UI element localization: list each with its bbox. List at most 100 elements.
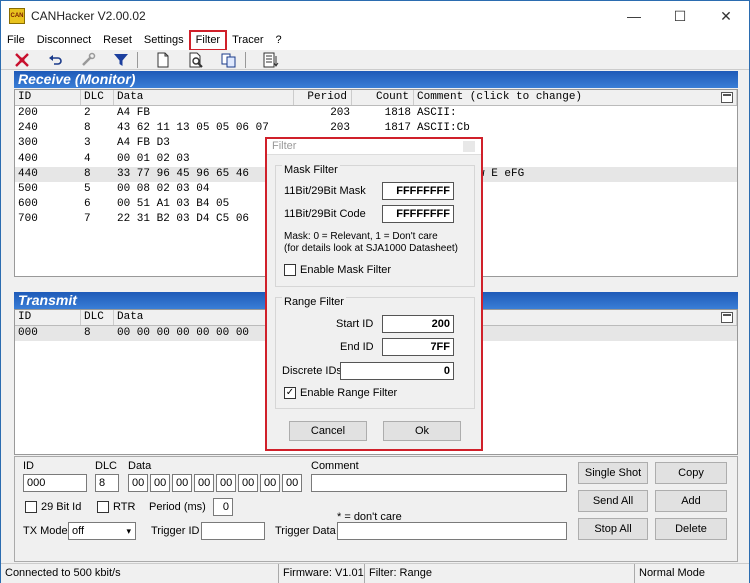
- enable-mask-label: Enable Mask Filter: [300, 264, 392, 276]
- range-filter-group: Range Filter Start ID 200 End ID 7FF Dis…: [275, 296, 475, 409]
- cell-data: 43 62 11 13 05 05 06 07: [117, 122, 269, 135]
- data-byte-input[interactable]: 00: [216, 474, 236, 492]
- undo-icon[interactable]: [43, 51, 67, 69]
- col-dlc[interactable]: DLC: [81, 310, 114, 325]
- mask-filter-group: Mask Filter 11Bit/29Bit Mask FFFFFFFF 11…: [275, 164, 475, 287]
- cell-comment[interactable]: ASCII:: [414, 106, 737, 121]
- id-label: ID: [23, 460, 34, 472]
- data-byte-input[interactable]: 00: [150, 474, 170, 492]
- column-toggle-icon[interactable]: [721, 312, 733, 323]
- close-button[interactable]: ✕: [703, 1, 749, 31]
- cell-comment[interactable]: ASCII:Cb: [414, 121, 737, 136]
- col-id[interactable]: ID: [15, 310, 81, 325]
- print-preview-icon[interactable]: [184, 51, 208, 69]
- col-id[interactable]: ID: [15, 90, 81, 105]
- col-dlc[interactable]: DLC: [81, 90, 114, 105]
- dlc-input[interactable]: 8: [95, 474, 119, 492]
- copy-icon[interactable]: [217, 51, 241, 69]
- txmode-value: off: [72, 525, 85, 537]
- filter-icon[interactable]: [109, 51, 133, 69]
- delete-button[interactable]: Delete: [655, 518, 727, 540]
- cell-id: 400: [18, 152, 38, 165]
- title-bar: CAN CANHacker V2.00.02 — ☐ ✕: [1, 1, 749, 31]
- txmode-select[interactable]: off ▾: [68, 522, 136, 540]
- cell-period: 203: [330, 122, 350, 135]
- trigger-data-input[interactable]: [337, 522, 567, 540]
- cell-dlc: 8: [84, 167, 91, 180]
- receive-header: ID DLC Data Period Count Comment (click …: [15, 90, 737, 106]
- cell-period: 203: [330, 107, 350, 119]
- code-input[interactable]: FFFFFFFF: [382, 205, 454, 223]
- range-group-title: Range Filter: [282, 296, 346, 308]
- cell-dlc: 8: [84, 122, 91, 135]
- table-row[interactable]: 200 2 A4 FB 203 1818 ASCII:: [15, 106, 737, 121]
- col-comment[interactable]: Comment (click to change): [414, 90, 737, 105]
- save-list-icon[interactable]: [259, 51, 283, 69]
- copy-button[interactable]: Copy: [655, 462, 727, 484]
- cell-id: 440: [18, 167, 38, 180]
- data-label: Data: [128, 460, 152, 472]
- col-period[interactable]: Period: [294, 90, 352, 105]
- start-id-input[interactable]: 200: [382, 315, 454, 333]
- menu-disconnect[interactable]: Disconnect: [31, 31, 97, 50]
- add-button[interactable]: Add: [655, 490, 727, 512]
- period-input[interactable]: 0: [213, 498, 233, 516]
- checkmark-icon: ✓: [285, 387, 295, 398]
- start-id-label: Start ID: [336, 318, 374, 330]
- 29bit-label: 29 Bit Id: [41, 501, 82, 513]
- menu-filter[interactable]: Filter: [188, 30, 228, 51]
- id-input[interactable]: 000: [23, 474, 87, 492]
- cell-dlc: 5: [84, 182, 91, 195]
- cell-dlc: 6: [84, 198, 91, 211]
- comment-input[interactable]: [311, 474, 567, 492]
- maximize-button[interactable]: ☐: [657, 1, 703, 31]
- rtr-checkbox[interactable]: [97, 501, 109, 513]
- comment-label: Comment: [311, 460, 359, 472]
- mask-input[interactable]: FFFFFFFF: [382, 182, 454, 200]
- discrete-ids-label: Discrete IDs: [282, 365, 342, 377]
- rtr-label: RTR: [113, 501, 136, 513]
- table-row[interactable]: 240 8 43 62 11 13 05 05 06 07 203 1817 ASCII:…: [15, 121, 737, 136]
- 29bit-checkbox[interactable]: [25, 501, 37, 513]
- status-connection: Connected to 500 kbit/s: [1, 564, 279, 583]
- data-byte-input[interactable]: 00: [260, 474, 280, 492]
- data-byte-input[interactable]: 00: [128, 474, 148, 492]
- menu-reset[interactable]: Reset: [97, 31, 138, 50]
- cell-dlc: 4: [84, 152, 91, 165]
- menu-help[interactable]: ?: [269, 31, 287, 50]
- enable-range-checkbox[interactable]: ✓: [284, 387, 296, 399]
- cancel-button[interactable]: Cancel: [289, 421, 367, 441]
- ok-button[interactable]: Ok: [383, 421, 461, 441]
- col-count[interactable]: Count: [352, 90, 414, 105]
- single-shot-button[interactable]: Single Shot: [578, 462, 648, 484]
- trigger-id-input[interactable]: [201, 522, 265, 540]
- enable-range-label: Enable Range Filter: [300, 387, 398, 399]
- col-data[interactable]: Data: [114, 90, 294, 105]
- minimize-button[interactable]: —: [611, 1, 657, 31]
- connect-icon[interactable]: [10, 51, 34, 69]
- data-byte-input[interactable]: 00: [282, 474, 302, 492]
- column-toggle-icon[interactable]: [721, 92, 733, 103]
- stop-all-button[interactable]: Stop All: [578, 518, 648, 540]
- cell-count: 1817: [384, 122, 411, 135]
- menu-file[interactable]: File: [1, 31, 31, 50]
- new-file-icon[interactable]: [151, 51, 175, 69]
- end-id-input[interactable]: 7FF: [382, 338, 454, 356]
- trigger-data-label: Trigger Data: [275, 525, 336, 537]
- cell-id: 600: [18, 198, 38, 211]
- dialog-close-button[interactable]: [463, 141, 475, 152]
- data-byte-input[interactable]: 00: [194, 474, 214, 492]
- data-byte-input[interactable]: 00: [172, 474, 192, 492]
- discrete-ids-input[interactable]: 0: [340, 362, 454, 380]
- cell-id: 300: [18, 137, 38, 150]
- mask-group-title: Mask Filter: [282, 164, 340, 176]
- menu-settings[interactable]: Settings: [138, 31, 190, 50]
- menu-tracer[interactable]: Tracer: [226, 31, 269, 50]
- send-all-button[interactable]: Send All: [578, 490, 648, 512]
- tools-icon[interactable]: [76, 51, 100, 69]
- enable-mask-checkbox[interactable]: [284, 264, 296, 276]
- end-id-label: End ID: [340, 341, 374, 353]
- data-byte-input[interactable]: 00: [238, 474, 258, 492]
- period-label: Period (ms): [149, 501, 206, 513]
- cell-data: A4 FB: [117, 107, 151, 119]
